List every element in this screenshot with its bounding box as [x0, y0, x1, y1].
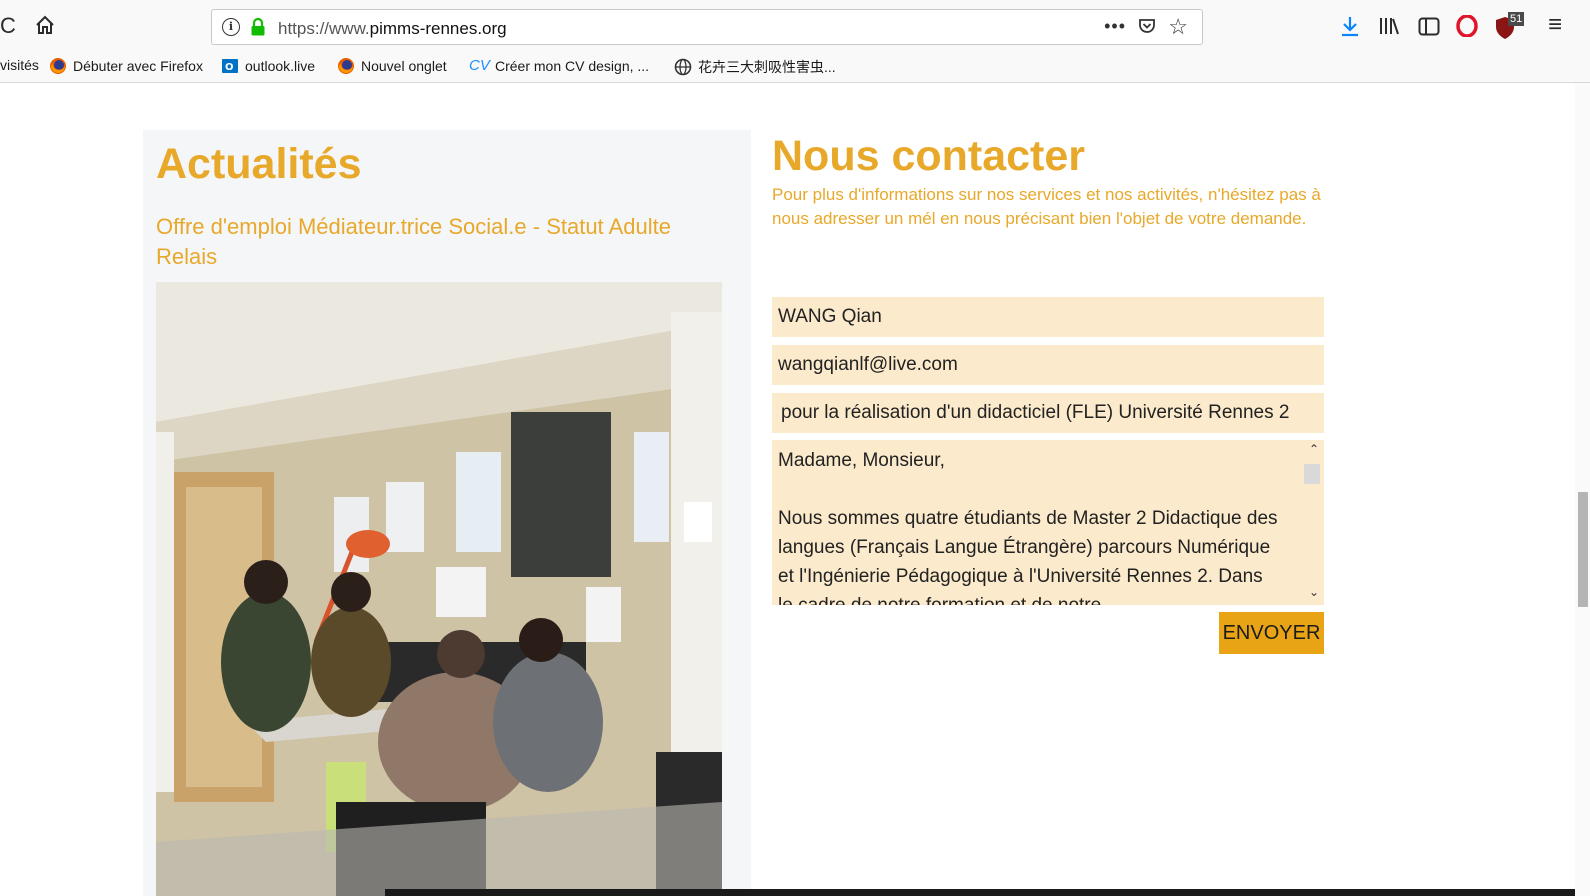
lock-icon[interactable] — [250, 18, 266, 36]
email-field[interactable]: wangqianlf@live.com — [772, 345, 1324, 385]
send-button[interactable]: ENVOYER — [1219, 612, 1324, 654]
hamburger-menu-icon[interactable]: ≡ — [1548, 13, 1562, 37]
bookmark-firefox-start[interactable]: Débuter avec Firefox — [49, 57, 203, 75]
news-title: Actualités — [156, 140, 362, 188]
download-icon[interactable] — [1340, 15, 1360, 37]
message-scrollbar[interactable]: ⌃ ⌄ — [1302, 440, 1324, 605]
bookmark-new-tab[interactable]: Nouvel onglet — [337, 57, 447, 75]
firefox-icon — [50, 58, 66, 74]
message-textarea[interactable]: Madame, Monsieur, Nous sommes quatre étu… — [772, 440, 1324, 605]
contact-title: Nous contacter — [772, 132, 1086, 180]
opera-icon[interactable] — [1456, 15, 1478, 37]
extension-badge: 51 — [1508, 12, 1525, 26]
home-icon[interactable] — [34, 14, 56, 40]
news-section: Actualités Offre d'emploi Médiateur.tric… — [143, 130, 751, 896]
bookmarks-bar: visités Débuter avec Firefox O outlook.l… — [0, 50, 1590, 83]
svg-text:O: O — [225, 62, 234, 73]
info-icon[interactable]: i — [222, 18, 240, 36]
reload-icon[interactable]: C — [0, 15, 16, 37]
library-icon[interactable] — [1379, 16, 1401, 36]
bookmark-label: visités — [0, 57, 39, 73]
news-photo[interactable] — [156, 282, 722, 896]
sidebar-icon[interactable] — [1418, 17, 1440, 36]
page-scrollbar-thumb[interactable] — [1578, 492, 1588, 607]
news-article-link[interactable]: Offre d'emploi Médiateur.trice Social.e … — [156, 212, 716, 272]
page-actions-icon[interactable]: ••• — [1104, 16, 1126, 37]
subject-field[interactable]: pour la réalisation d'un didacticiel (FL… — [772, 393, 1324, 433]
url-prefix: https://www. — [278, 19, 370, 38]
outlook-icon: O — [222, 59, 238, 73]
ublock-extension-icon[interactable]: 51 — [1494, 12, 1530, 40]
message-text: Madame, Monsieur, Nous sommes quatre étu… — [778, 450, 1278, 605]
name-field[interactable]: WANG Qian — [772, 297, 1324, 337]
bottom-edge — [385, 889, 1575, 896]
bookmark-chinese-page[interactable]: 花卉三大刺吸性害虫... — [674, 57, 836, 77]
bookmark-label: Nouvel onglet — [361, 58, 447, 74]
url-text[interactable]: https://www.pimms-rennes.org — [278, 19, 507, 39]
scrollbar-thumb[interactable] — [1304, 464, 1320, 484]
pocket-icon[interactable] — [1138, 17, 1156, 35]
cv-icon: CV — [469, 57, 490, 74]
url-domain: pimms-rennes.org — [369, 19, 507, 38]
contact-description: Pour plus d'informations sur nos service… — [772, 185, 1321, 228]
bookmark-label: Débuter avec Firefox — [73, 58, 203, 74]
bookmark-label: Créer mon CV design, ... — [495, 58, 650, 74]
firefox-icon — [338, 58, 354, 74]
bookmark-label: 花卉三大刺吸性害虫... — [698, 59, 836, 75]
bookmark-most-visited[interactable]: visités — [0, 57, 39, 73]
bookmark-label: outlook.live — [245, 58, 316, 74]
globe-icon — [674, 58, 692, 76]
bookmark-cv-design[interactable]: CV Créer mon CV design, ... — [469, 57, 649, 75]
bookmark-outlook[interactable]: O outlook.live — [221, 57, 315, 75]
url-bar[interactable]: i https://www.pimms-rennes.org ••• ☆ — [211, 9, 1203, 45]
page-scrollbar[interactable] — [1575, 83, 1590, 896]
browser-toolbar: C i https://www.pimms-rennes.org ••• ☆ 5… — [0, 0, 1590, 50]
bookmark-star-icon[interactable]: ☆ — [1168, 14, 1188, 40]
scroll-down-icon[interactable]: ⌄ — [1309, 585, 1319, 599]
scroll-up-icon[interactable]: ⌃ — [1309, 442, 1319, 456]
